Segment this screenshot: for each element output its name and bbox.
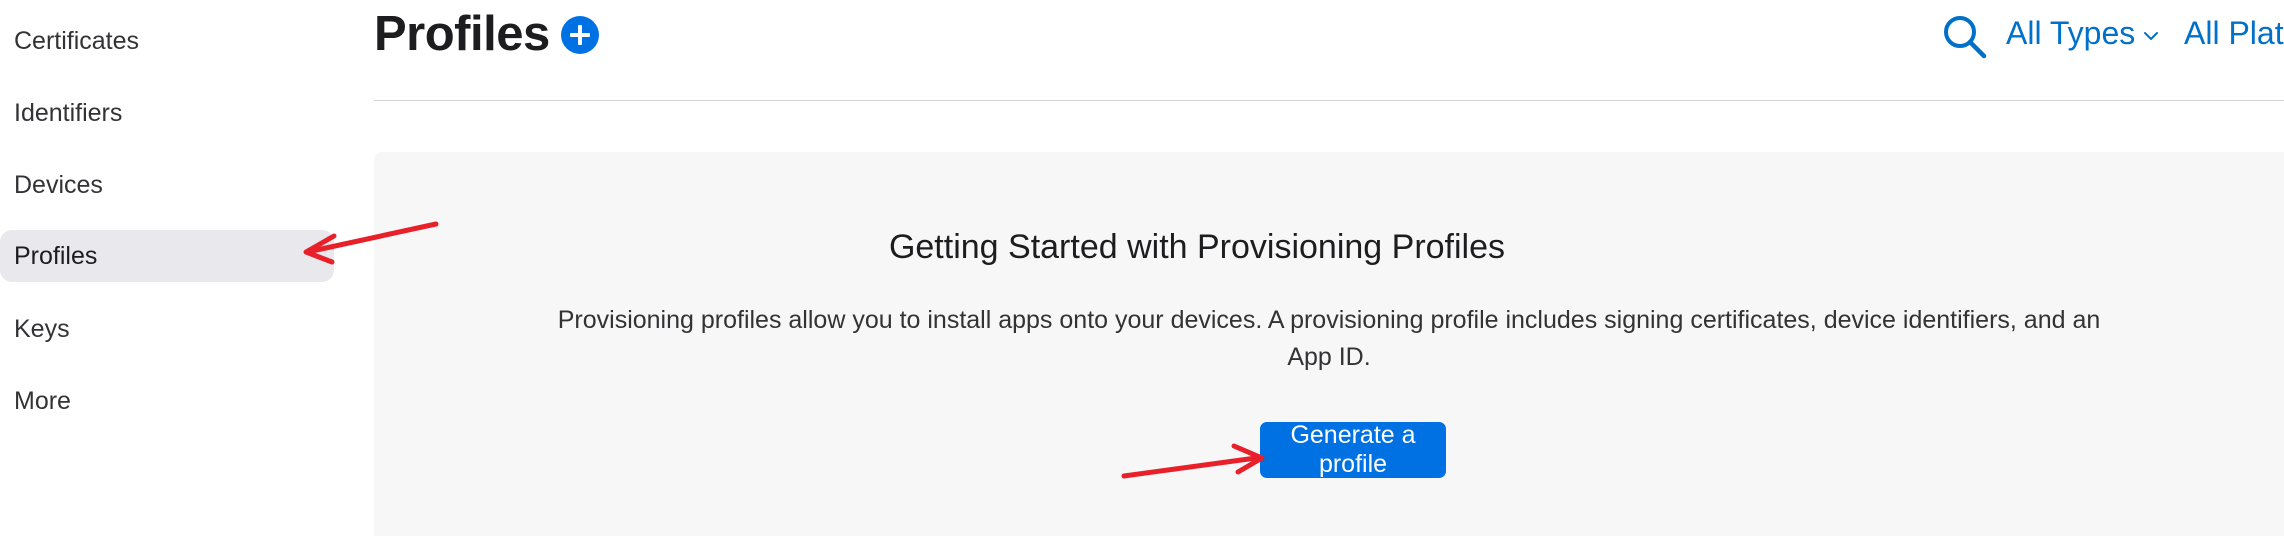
add-profile-button[interactable] (561, 16, 599, 54)
sidebar-item-label: Keys (14, 314, 70, 343)
sidebar-item-profiles[interactable]: Profiles (0, 230, 334, 282)
chevron-down-icon (2144, 31, 2159, 40)
search-icon (1944, 16, 1987, 59)
plus-circle-icon (570, 25, 590, 45)
page-title: Profiles (374, 7, 550, 61)
sidebar-item-label: Certificates (14, 26, 140, 55)
empty-state-description: Provisioning profiles allow you to insta… (557, 306, 2101, 371)
profiles-page: Certificates Identifiers Devices Profile… (0, 0, 2284, 536)
sidebar-item-label: Profiles (14, 241, 98, 270)
types-filter-label: All Types (2006, 15, 2136, 51)
sidebar-item-label: Identifiers (14, 98, 123, 127)
types-filter-dropdown[interactable]: All Types (2006, 15, 2159, 52)
sidebar-item-devices[interactable]: Devices (0, 159, 334, 211)
sidebar: Certificates Identifiers Devices Profile… (0, 0, 340, 536)
sidebar-item-certificates[interactable]: Certificates (0, 15, 334, 67)
empty-state-heading: Getting Started with Provisioning Profil… (888, 228, 1506, 266)
platforms-filter-dropdown[interactable]: All Platforms (2184, 15, 2284, 52)
generate-profile-button[interactable]: Generate a profile (1260, 421, 1446, 478)
sidebar-item-identifiers[interactable]: Identifiers (0, 87, 334, 139)
sidebar-item-label: Devices (14, 170, 103, 199)
sidebar-item-label: More (14, 386, 71, 415)
search-button[interactable] (1940, 12, 1990, 62)
empty-state-card: Getting Started with Provisioning Profil… (374, 152, 2284, 536)
sidebar-item-keys[interactable]: Keys (0, 303, 334, 355)
page-header: Profiles All Types All Platforms (374, 0, 2284, 101)
platforms-filter-label: All Platforms (2184, 15, 2284, 51)
sidebar-item-more[interactable]: More (0, 375, 334, 427)
